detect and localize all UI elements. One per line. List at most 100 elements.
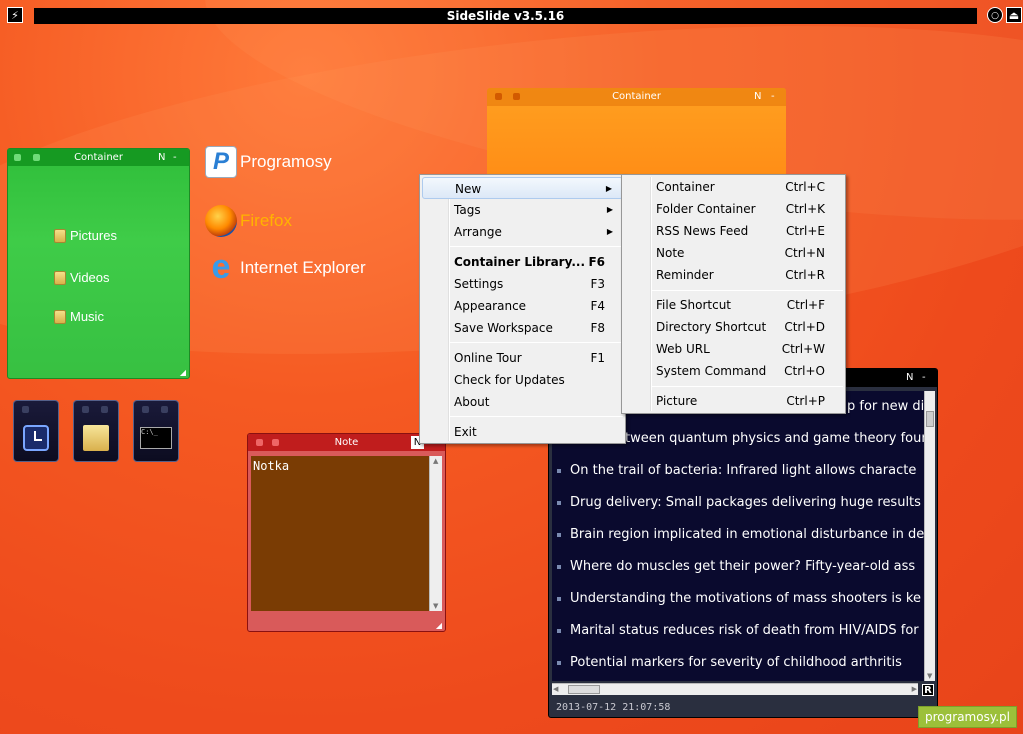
rss-item[interactable]: Understanding the motivations of mass sh… (557, 591, 921, 606)
scroll-thumb[interactable] (568, 685, 600, 694)
orange-container[interactable]: Container N - (487, 88, 786, 188)
menu-item-label: Settings (454, 277, 504, 291)
green-container[interactable]: Container N - Pictures Videos Music ◢ (7, 148, 190, 379)
note-text-area[interactable]: Notka (251, 456, 429, 611)
rss-item[interactable]: Where do muscles get their power? Fifty-… (556, 559, 915, 574)
note-widget[interactable]: Note N Notka ▲ ▼ ◢ (247, 433, 446, 632)
circle-icon[interactable]: ○ (987, 7, 1003, 23)
resize-grip-icon[interactable]: ◢ (180, 368, 186, 377)
desktop-shortcut-programosy[interactable]: P Programosy (205, 146, 332, 178)
submenu-item-rss-news-feed[interactable]: RSS News Feed Ctrl+E (624, 220, 843, 242)
rss-item[interactable]: Brain region implicated in emotional dis… (556, 527, 924, 542)
desktop-shortcut-internet-explorer[interactable]: e Internet Explorer (205, 250, 366, 284)
note-scrollbar[interactable]: ▲ ▼ (429, 456, 442, 611)
new-button[interactable]: N (906, 369, 913, 386)
rss-item[interactable]: Marital status reduces risk of death fro… (557, 623, 919, 638)
menu-item-shortcut: F6 (588, 255, 605, 269)
shortcut-pictures[interactable]: Pictures (54, 228, 117, 243)
scroll-up-icon[interactable]: ▲ (433, 457, 438, 465)
menu-item-tags[interactable]: Tags ▶ (422, 199, 623, 221)
scroll-right-icon[interactable]: ▶ (912, 685, 917, 693)
context-menu[interactable]: New ▶ Tags ▶ Arrange ▶ Container Library… (419, 174, 626, 444)
submenu-item-directory-shortcut[interactable]: Directory Shortcut Ctrl+D (624, 316, 843, 338)
submenu-item-file-shortcut[interactable]: File Shortcut Ctrl+F (624, 294, 843, 316)
sideslide-logo-icon[interactable]: ⚡ (7, 7, 23, 23)
menu-item-online-tour[interactable]: Online Tour F1 (422, 347, 623, 369)
resize-grip-icon[interactable]: ◢ (436, 621, 442, 630)
menu-item-label: Exit (454, 425, 477, 439)
submenu-item-container[interactable]: Container Ctrl+C (624, 176, 843, 198)
menu-item-label: Appearance (454, 299, 527, 313)
submenu-item-web-url[interactable]: Web URL Ctrl+W (624, 338, 843, 360)
desktop-shortcut-label: Programosy (240, 152, 332, 171)
rss-item[interactable]: On the trail of bacteria: Infrared light… (556, 463, 916, 478)
scroll-down-icon[interactable]: ▼ (433, 602, 438, 610)
shortcut-label: Pictures (70, 228, 117, 243)
menu-button[interactable]: - (771, 88, 775, 106)
close-dot-icon[interactable] (256, 439, 263, 446)
submenu-item-system-command[interactable]: System Command Ctrl+O (624, 360, 843, 382)
menu-item-shortcut: F4 (590, 299, 605, 313)
rss-vertical-scrollbar[interactable]: ▼ (924, 391, 935, 681)
menu-item-label: Container (656, 180, 715, 194)
menu-item-label: Arrange (454, 225, 502, 239)
rss-item[interactable]: etween quantum physics and game theory f… (604, 431, 925, 446)
note-titlebar[interactable]: Note N (248, 434, 445, 451)
menu-item-appearance[interactable]: Appearance F4 (422, 295, 623, 317)
close-dot-icon[interactable] (495, 93, 502, 100)
new-submenu[interactable]: Container Ctrl+C Folder Container Ctrl+K… (621, 174, 846, 414)
menu-item-save-workspace[interactable]: Save Workspace F8 (422, 317, 623, 339)
minimize-dot-icon[interactable] (33, 154, 40, 161)
menu-separator (652, 290, 843, 291)
pin-icon[interactable]: ⏏ (1006, 7, 1022, 23)
scroll-thumb[interactable] (926, 411, 934, 427)
menu-button[interactable]: - (173, 149, 177, 166)
submenu-item-folder-container[interactable]: Folder Container Ctrl+K (624, 198, 843, 220)
submenu-item-reminder[interactable]: Reminder Ctrl+R (624, 264, 843, 286)
submenu-arrow-icon: ▶ (605, 184, 612, 193)
desktop-shortcut-firefox[interactable]: Firefox (205, 205, 292, 237)
menu-item-shortcut: F1 (590, 351, 605, 365)
rss-item[interactable]: Drug delivery: Small packages delivering… (557, 495, 921, 510)
desktop-shortcut-label: Firefox (240, 211, 292, 230)
tile-clock[interactable] (13, 400, 59, 462)
menu-item-check-for-updates[interactable]: Check for Updates (422, 369, 623, 391)
minimize-dot-icon[interactable] (513, 93, 520, 100)
menu-item-exit[interactable]: Exit (422, 421, 623, 443)
menu-item-new[interactable]: New ▶ (422, 177, 623, 199)
firefox-icon (205, 205, 237, 237)
rss-refresh-button[interactable]: R (922, 684, 934, 696)
shortcut-videos[interactable]: Videos (54, 270, 110, 285)
tile-documents[interactable] (73, 400, 119, 462)
menu-item-label: Picture (656, 394, 698, 408)
scroll-left-icon[interactable]: ◀ (553, 685, 558, 693)
shortcut-music[interactable]: Music (54, 309, 104, 324)
new-button[interactable]: N (158, 149, 165, 166)
menu-item-shortcut: F3 (590, 277, 605, 291)
menu-item-about[interactable]: About (422, 391, 623, 413)
tile-command-prompt[interactable]: C:\_ (133, 400, 179, 462)
scroll-down-icon[interactable]: ▼ (927, 672, 932, 680)
rss-horizontal-scrollbar[interactable]: ◀ ▶ (552, 683, 918, 695)
menu-item-container-library[interactable]: Container Library... F6 (422, 251, 623, 273)
orange-container-titlebar[interactable]: Container N - (487, 88, 786, 106)
menu-item-settings[interactable]: Settings F3 (422, 273, 623, 295)
menu-item-arrange[interactable]: Arrange ▶ (422, 221, 623, 243)
menu-item-label: Tags (454, 203, 481, 217)
submenu-item-picture[interactable]: Picture Ctrl+P (624, 390, 843, 412)
menu-item-label: Note (656, 246, 685, 260)
menu-item-shortcut: Ctrl+K (785, 202, 825, 216)
new-button[interactable]: N (754, 88, 761, 106)
minimize-dot-icon[interactable] (272, 439, 279, 446)
watermark-logo: programosy.pl (918, 706, 1017, 728)
menu-item-label: New (455, 182, 482, 196)
rss-item[interactable]: p for new dia (833, 399, 925, 414)
rss-item[interactable]: Potential markers for severity of childh… (557, 655, 902, 670)
submenu-arrow-icon: ▶ (606, 205, 613, 214)
close-dot-icon[interactable] (14, 154, 21, 161)
menu-button[interactable]: - (922, 369, 926, 386)
submenu-item-note[interactable]: Note Ctrl+N (624, 242, 843, 264)
green-container-titlebar[interactable]: Container N - (8, 149, 189, 166)
app-title-bar[interactable]: SideSlide v3.5.16 (34, 8, 977, 24)
command-prompt-icon: C:\_ (140, 427, 172, 449)
